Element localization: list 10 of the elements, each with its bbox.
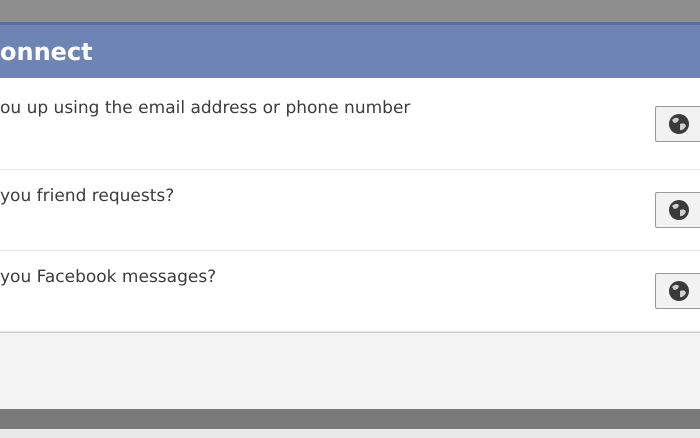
globe-icon	[668, 280, 690, 302]
globe-icon	[668, 113, 690, 135]
globe-icon	[668, 199, 690, 221]
setting-question: ou up using the email address or phone number	[0, 98, 410, 118]
audience-button[interactable]	[655, 273, 700, 309]
dialog-title: onnect	[0, 38, 93, 66]
setting-question: you friend requests?	[0, 186, 174, 206]
audience-button[interactable]	[655, 106, 700, 142]
setting-question: you Facebook messages?	[0, 267, 216, 287]
audience-button[interactable]	[655, 192, 700, 228]
